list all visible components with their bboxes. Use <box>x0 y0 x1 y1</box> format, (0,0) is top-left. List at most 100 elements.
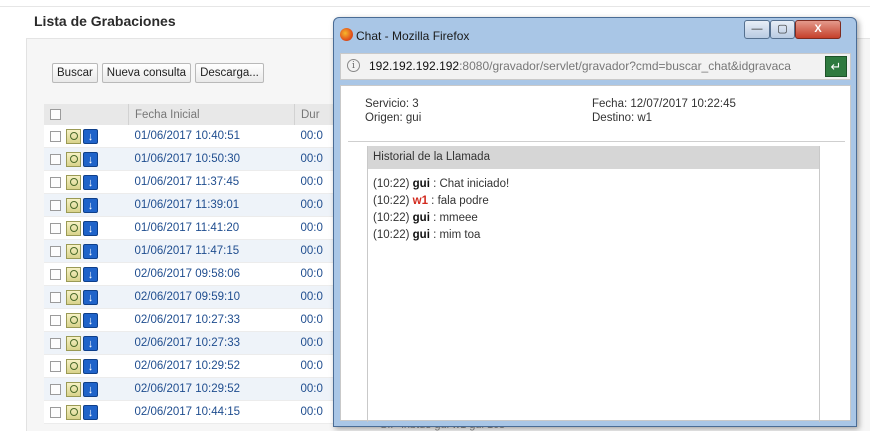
download-arrow-icon[interactable]: ↓ <box>83 289 98 305</box>
fecha-cell[interactable]: 02/06/2017 10:44:15 <box>128 400 295 424</box>
download-arrow-icon[interactable]: ↓ <box>83 266 98 282</box>
address-bar[interactable]: i 192.192.192.192:8080/gravador/servlet/… <box>340 53 851 80</box>
fecha-cell[interactable]: 01/06/2017 11:39:01 <box>128 193 295 217</box>
download-arrow-icon[interactable]: ↓ <box>83 220 98 236</box>
fecha-cell[interactable]: 01/06/2017 10:40:51 <box>128 125 295 148</box>
message-sender: gui <box>412 178 430 190</box>
view-recording-icon[interactable] <box>66 128 81 144</box>
row-controls: ↓ <box>44 147 129 171</box>
chat-header: Servicio: 3 Fecha: 12/07/2017 10:22:45 O… <box>365 98 825 136</box>
message-sender: gui <box>412 229 430 241</box>
view-recording-icon[interactable] <box>66 358 81 374</box>
download-arrow-icon[interactable]: ↓ <box>83 128 98 144</box>
table-row[interactable]: ↓ 01/06/2017 11:39:01 00:0 <box>44 193 362 217</box>
row-checkbox[interactable] <box>50 383 61 395</box>
row-checkbox[interactable] <box>50 222 61 234</box>
download-arrow-icon[interactable]: ↓ <box>83 243 98 259</box>
select-all-header <box>44 104 129 125</box>
table-row[interactable]: ↓ 01/06/2017 10:40:51 00:0 <box>44 125 362 148</box>
row-checkbox[interactable] <box>50 337 61 349</box>
table-row[interactable]: ↓ 02/06/2017 09:58:06 00:0 <box>44 262 362 286</box>
download-arrow-icon[interactable]: ↓ <box>83 404 98 420</box>
table-row[interactable]: ↓ 02/06/2017 10:27:33 00:0 <box>44 308 362 332</box>
search-button[interactable]: Buscar <box>52 63 98 83</box>
row-checkbox[interactable] <box>50 176 61 188</box>
row-checkbox[interactable] <box>50 291 61 303</box>
row-checkbox[interactable] <box>50 130 61 142</box>
fecha-cell[interactable]: 01/06/2017 10:50:30 <box>128 147 295 171</box>
new-query-button[interactable]: Nueva consulta <box>101 63 192 83</box>
view-recording-icon[interactable] <box>66 174 81 190</box>
table-row[interactable]: ↓ 02/06/2017 09:59:10 00:0 <box>44 285 362 309</box>
view-recording-icon[interactable] <box>66 289 81 305</box>
chat-popup-window: Chat - Mozilla Firefox — ▢ X i 192.192.1… <box>333 17 857 427</box>
download-arrow-icon[interactable]: ↓ <box>83 151 98 167</box>
download-arrow-icon[interactable]: ↓ <box>83 335 98 351</box>
fecha-cell[interactable]: 02/06/2017 10:29:52 <box>128 377 295 401</box>
view-recording-icon[interactable] <box>66 220 81 236</box>
message-list: (10:22) gui : Chat iniciado! (10:22) w1 :… <box>368 169 819 244</box>
fecha-cell[interactable]: 02/06/2017 09:59:10 <box>128 285 295 309</box>
download-arrow-icon[interactable]: ↓ <box>83 197 98 213</box>
message-text: : fala podre <box>427 195 489 207</box>
download-arrow-icon[interactable]: ↓ <box>83 174 98 190</box>
fecha-cell[interactable]: 02/06/2017 10:29:52 <box>128 354 295 378</box>
row-controls: ↓ <box>44 193 129 217</box>
download-arrow-icon[interactable]: ↓ <box>83 312 98 328</box>
table-row[interactable]: ↓ 02/06/2017 10:27:33 00:0 <box>44 331 362 355</box>
chat-message: (10:22) w1 : fala podre <box>373 193 819 210</box>
row-controls: ↓ <box>44 216 129 240</box>
fecha-cell[interactable]: 02/06/2017 10:27:33 <box>128 308 295 332</box>
view-recording-icon[interactable] <box>66 266 81 282</box>
table-row[interactable]: ↓ 01/06/2017 11:41:20 00:0 <box>44 216 362 240</box>
fecha-cell[interactable]: 01/06/2017 11:41:20 <box>128 216 295 240</box>
row-checkbox[interactable] <box>50 314 61 326</box>
fecha-label: Fecha: 12/07/2017 10:22:45 <box>592 98 736 110</box>
table-row[interactable]: ↓ 01/06/2017 11:47:15 00:0 <box>44 239 362 263</box>
view-recording-icon[interactable] <box>66 381 81 397</box>
download-button[interactable]: Descarga... <box>195 63 264 83</box>
view-recording-icon[interactable] <box>66 312 81 328</box>
row-checkbox[interactable] <box>50 245 61 257</box>
download-arrow-icon[interactable]: ↓ <box>83 358 98 374</box>
table-row[interactable]: ↓ 01/06/2017 11:37:45 00:0 <box>44 170 362 194</box>
url-text[interactable]: 192.192.192.192:8080/gravador/servlet/gr… <box>369 59 821 73</box>
info-icon[interactable]: i <box>347 59 360 72</box>
fecha-cell[interactable]: 02/06/2017 10:27:33 <box>128 331 295 355</box>
row-checkbox[interactable] <box>50 360 61 372</box>
table-row[interactable]: ↓ 01/06/2017 10:50:30 00:0 <box>44 147 362 171</box>
table-row[interactable]: ↓ 02/06/2017 10:44:15 00:0 <box>44 400 362 424</box>
download-arrow-icon[interactable]: ↓ <box>83 381 98 397</box>
close-window-button[interactable]: X <box>795 20 841 39</box>
column-header-fecha[interactable]: Fecha Inicial <box>128 104 295 125</box>
minimize-button[interactable]: — <box>744 20 770 39</box>
chat-message: (10:22) gui : mmeee <box>373 210 819 227</box>
row-controls: ↓ <box>44 262 129 286</box>
view-recording-icon[interactable] <box>66 197 81 213</box>
row-checkbox[interactable] <box>50 268 61 280</box>
page-title: Lista de Grabaciones <box>34 13 176 29</box>
select-all-checkbox[interactable] <box>50 108 61 120</box>
recordings-page: Lista de Grabaciones Buscar Nueva consul… <box>0 0 870 431</box>
table-row[interactable]: ↓ 02/06/2017 10:29:52 00:0 <box>44 377 362 401</box>
go-arrow-icon[interactable]: ↵ <box>825 56 847 77</box>
row-controls: ↓ <box>44 125 129 148</box>
view-recording-icon[interactable] <box>66 335 81 351</box>
fecha-cell[interactable]: 01/06/2017 11:37:45 <box>128 170 295 194</box>
row-checkbox[interactable] <box>50 406 61 418</box>
fecha-cell[interactable]: 01/06/2017 11:47:15 <box>128 239 295 263</box>
view-recording-icon[interactable] <box>66 151 81 167</box>
message-text: : mim toa <box>429 229 481 241</box>
fecha-cell[interactable]: 02/06/2017 09:58:06 <box>128 262 295 286</box>
row-checkbox[interactable] <box>50 199 61 211</box>
chat-history: Historial de la Llamada (10:22) gui : Ch… <box>367 146 820 422</box>
row-controls: ↓ <box>44 308 129 332</box>
message-time: (10:22) <box>373 212 410 224</box>
row-controls: ↓ <box>44 400 129 424</box>
maximize-button[interactable]: ▢ <box>770 20 795 39</box>
view-recording-icon[interactable] <box>66 404 81 420</box>
view-recording-icon[interactable] <box>66 243 81 259</box>
message-time: (10:22) <box>373 229 410 241</box>
table-row[interactable]: ↓ 02/06/2017 10:29:52 00:0 <box>44 354 362 378</box>
row-checkbox[interactable] <box>50 153 61 165</box>
